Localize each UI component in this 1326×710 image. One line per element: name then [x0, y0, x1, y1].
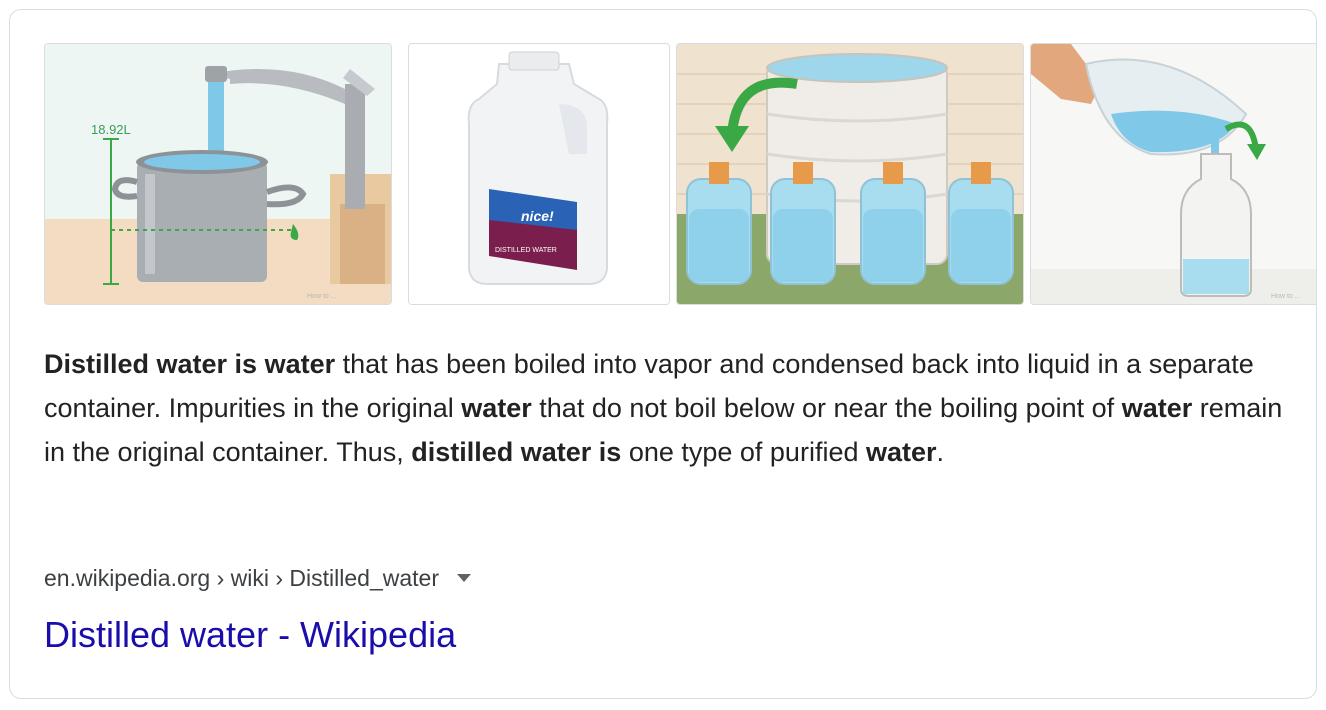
thumb-bottles-drum[interactable]	[676, 43, 1024, 305]
watermark-text: How to ...	[1271, 293, 1301, 300]
result-breadcrumb: en.wikipedia.org › wiki › Distilled_wate…	[44, 563, 471, 593]
snippet-bold-term: water	[1121, 393, 1193, 423]
snippet-run: that do not boil below or near the boili…	[531, 393, 1122, 423]
snippet-text: Distilled water is water that has been b…	[44, 342, 1294, 474]
jug-brand: nice!	[521, 208, 554, 224]
snippet-bold-term: water	[461, 393, 532, 423]
thumb-pot-under-faucet[interactable]: 18.92L How to ...	[44, 43, 392, 305]
water-jug-image: nice! DISTILLED WATER	[409, 44, 669, 304]
snippet-bold-term: water	[865, 437, 937, 467]
measure-label: 18.92L	[91, 122, 131, 137]
jug-product: DISTILLED WATER	[495, 247, 557, 254]
chevron-down-icon[interactable]	[456, 573, 471, 582]
image-carousel: 18.92L How to ... nice! DISTILLED WATER	[44, 43, 1316, 305]
snippet-run: one type of purified	[621, 437, 866, 467]
watermark-text: How to ...	[307, 293, 337, 300]
pour-into-bottle-image: How to ...	[1031, 44, 1316, 304]
result-title-link[interactable]: Distilled water - Wikipedia	[44, 613, 456, 657]
snippet-run: .	[936, 437, 945, 467]
breadcrumb-text: en.wikipedia.org › wiki › Distilled_wate…	[44, 565, 439, 591]
thumb-water-jug[interactable]: nice! DISTILLED WATER	[408, 43, 670, 305]
snippet-bold-term: Distilled water is water	[44, 349, 336, 379]
snippet-bold-term: distilled water is	[411, 437, 622, 467]
bottles-from-drum-image	[677, 44, 1023, 304]
thumb-pour-bottle[interactable]: How to ...	[1030, 43, 1316, 305]
featured-snippet-card: 18.92L How to ... nice! DISTILLED WATER	[9, 9, 1317, 699]
pot-under-faucet-image: 18.92L How to ...	[45, 44, 391, 304]
